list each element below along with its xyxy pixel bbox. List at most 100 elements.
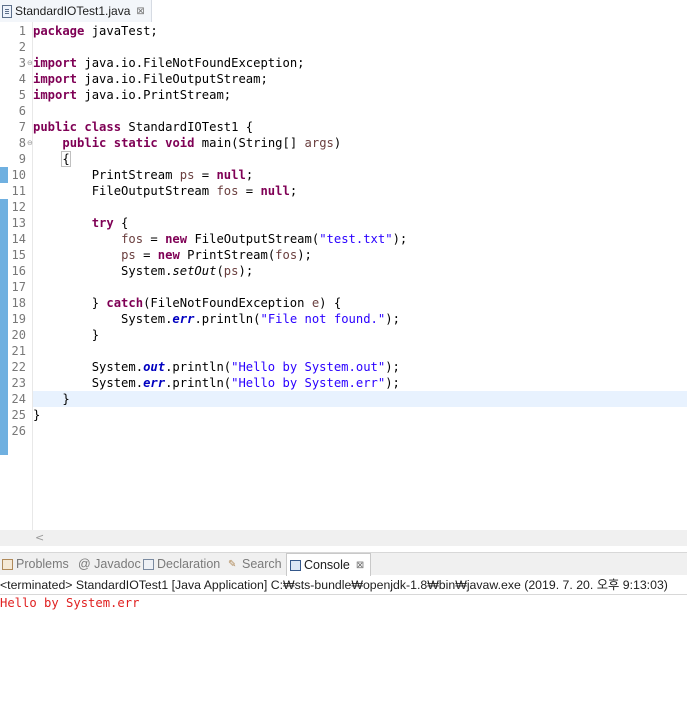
code-token: }: [33, 408, 41, 422]
code-token: System.: [33, 312, 173, 326]
fold-toggle-icon[interactable]: ⊖: [27, 135, 33, 151]
line-number: 6: [18, 104, 26, 118]
code-line[interactable]: System.out.println("Hello by System.out"…: [33, 359, 400, 375]
line-number: 21: [11, 344, 26, 358]
code-line[interactable]: import java.io.FileOutputStream;: [33, 71, 268, 87]
code-line[interactable]: public static void main(String[] args): [33, 135, 341, 151]
variable-token: fos: [121, 232, 144, 246]
line-number: 23: [11, 376, 26, 390]
code-line[interactable]: package javaTest;: [33, 23, 158, 39]
keyword-token: void: [165, 136, 195, 150]
code-line[interactable]: }: [33, 327, 99, 343]
view-tab-problems[interactable]: Problems: [2, 553, 69, 575]
close-icon[interactable]: ⊠: [356, 560, 364, 571]
console-output-line: Hello by System.err: [0, 596, 140, 610]
keyword-token: import: [33, 56, 78, 70]
code-line[interactable]: System.err.println("Hello by System.err"…: [33, 375, 400, 391]
variable-token: ps: [223, 264, 239, 278]
keyword-token: public: [62, 136, 107, 150]
code-line[interactable]: {: [33, 151, 71, 167]
code-area[interactable]: package javaTest; import java.io.FileNotF…: [33, 22, 687, 530]
view-tab-console[interactable]: Console ⊠: [286, 553, 372, 576]
change-marker-strip: [0, 22, 8, 530]
scroll-left-arrow[interactable]: <: [35, 530, 44, 546]
view-tab-bar: Problems @ Javadoc Declaration ✎ Search Conso…: [0, 552, 687, 576]
code-line[interactable]: import java.io.PrintStream;: [33, 87, 231, 103]
code-line[interactable]: try {: [33, 215, 129, 231]
code-token: StandardIOTest1 {: [121, 120, 254, 134]
line-number: 12: [11, 200, 26, 214]
field-token: err: [143, 376, 166, 390]
view-tab-declaration[interactable]: Declaration: [143, 553, 220, 575]
line-number: 22: [11, 360, 26, 374]
java-file-icon: [2, 4, 12, 18]
keyword-token: static: [113, 136, 158, 150]
code-token: );: [385, 376, 400, 390]
code-token: (FileNotFoundException: [143, 296, 312, 310]
change-marker: [0, 167, 8, 183]
code-line[interactable]: ps = new PrintStream(fos);: [33, 247, 312, 263]
keyword-token: public: [33, 120, 78, 134]
keyword-token: try: [91, 216, 114, 230]
fold-toggle-icon[interactable]: ⊖: [27, 55, 33, 71]
code-token: javaTest;: [84, 24, 158, 38]
line-number: 7: [18, 120, 26, 134]
view-tab-label: Console: [304, 558, 350, 572]
view-tab-javadoc[interactable]: @ Javadoc: [78, 553, 141, 575]
horizontal-scrollbar[interactable]: [0, 530, 687, 546]
code-token: java.io.PrintStream;: [77, 88, 232, 102]
view-tab-label: @ Javadoc: [78, 557, 141, 571]
code-token: FileOutputStream(: [187, 232, 320, 246]
variable-token: ps: [179, 168, 195, 182]
keyword-token: new: [165, 232, 188, 246]
code-token: java.io.FileNotFoundException;: [77, 56, 305, 70]
field-token: out: [143, 360, 166, 374]
code-token: System.: [33, 264, 173, 278]
code-line[interactable]: System.err.println("File not found.");: [33, 311, 400, 327]
code-line[interactable]: public class StandardIOTest1 {: [33, 119, 253, 135]
editor-tab[interactable]: StandardIOTest1.java ⊠: [0, 0, 152, 22]
variable-token: ps: [121, 248, 136, 262]
code-line[interactable]: }: [33, 407, 40, 423]
code-token: {: [61, 151, 71, 167]
code-token: ): [333, 136, 342, 150]
code-token: .println(: [165, 360, 232, 374]
code-token: =: [135, 248, 158, 262]
code-token: }: [33, 392, 70, 406]
line-number-ruler: 1 2 3 ⊖ 4 5 6 7 8 ⊖ 9 10 11 12 13 14 15 16 17 18 19 20 21 22 23 2…: [8, 22, 33, 530]
string-literal: "Hello by System.err": [231, 376, 386, 390]
editor-tab-bar: StandardIOTest1.java ⊠: [0, 0, 687, 22]
line-number: 3: [18, 56, 26, 70]
code-line[interactable]: PrintStream ps = null;: [33, 167, 253, 183]
line-number: 1: [18, 24, 26, 38]
change-marker: [0, 215, 8, 455]
view-tab-search[interactable]: ✎ Search: [228, 553, 282, 575]
code-line[interactable]: FileOutputStream fos = null;: [33, 183, 297, 199]
line-number: 8: [18, 136, 26, 150]
close-icon[interactable]: ⊠: [136, 6, 144, 17]
view-tab-label: Declaration: [157, 557, 221, 571]
code-editor[interactable]: 1 2 3 ⊖ 4 5 6 7 8 ⊖ 9 10 11 12 13 14 15 16 17 18 19 20 21 22 23 2…: [0, 22, 687, 530]
keyword-token: new: [157, 248, 180, 262]
code-line[interactable]: import java.io.FileNotFoundException;: [33, 55, 305, 71]
code-line[interactable]: System.setOut(ps);: [33, 263, 253, 279]
code-line[interactable]: } catch(FileNotFoundException e) {: [33, 295, 342, 311]
code-line[interactable]: fos = new FileOutputStream("test.txt");: [33, 231, 407, 247]
code-token: .println(: [165, 376, 232, 390]
keyword-token: class: [84, 120, 122, 134]
keyword-token: null: [216, 168, 246, 182]
code-line[interactable]: }: [33, 391, 70, 407]
line-number: 10: [11, 168, 26, 182]
keyword-token: import: [33, 88, 78, 102]
code-token: PrintStream: [33, 168, 180, 182]
line-number: 19: [11, 312, 26, 326]
line-number: 2: [18, 40, 26, 54]
line-number: 24: [11, 392, 26, 406]
code-token: );: [297, 248, 312, 262]
line-number: 4: [18, 72, 26, 86]
